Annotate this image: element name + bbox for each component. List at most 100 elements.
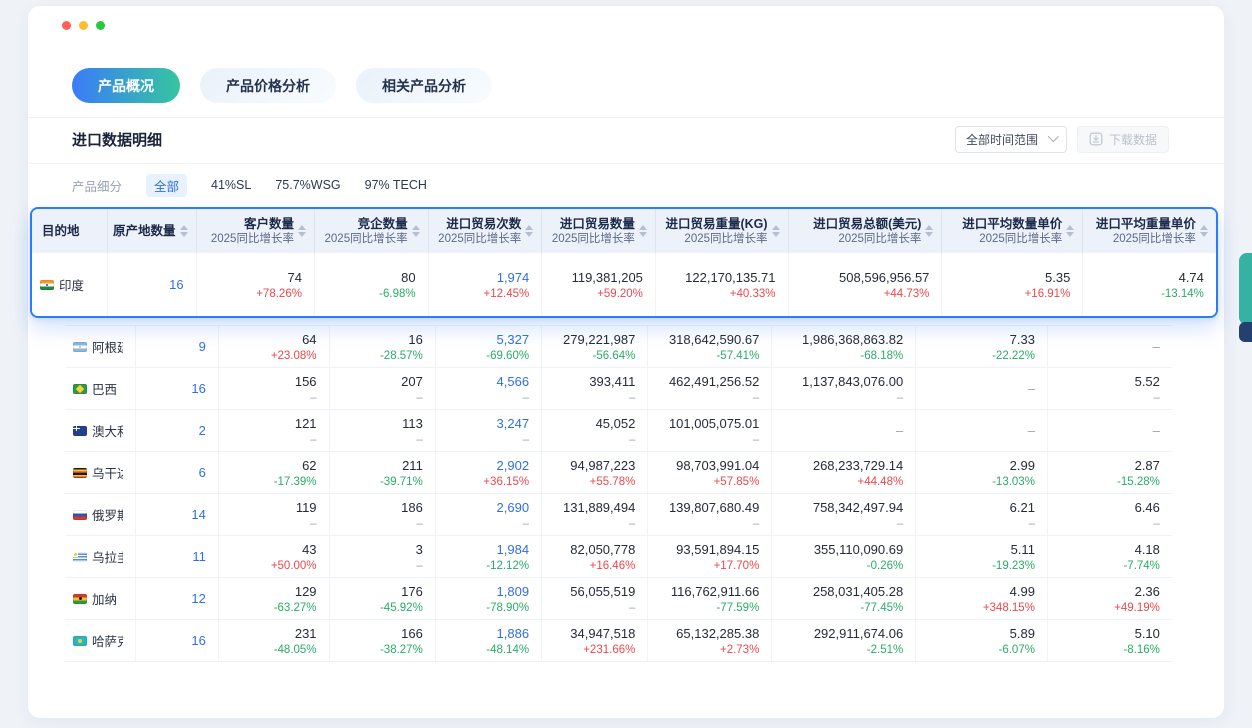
column-header-8: 进口贸易总额(美元)2025同比增长率 [789, 209, 943, 253]
column-title: 进口贸易重量(KG) [665, 217, 767, 232]
metric-value: 93,591,894.15 [676, 540, 759, 559]
sort-icon[interactable] [1200, 225, 1208, 237]
highlighted-table-row[interactable]: 印度1674+78.26%80-6.98%1,974+12.45%119,381… [32, 253, 1216, 316]
filter-option-757wsg[interactable]: 75.7%WSG [275, 178, 340, 192]
metric-cell: 113– [330, 410, 436, 451]
sort-icon[interactable] [772, 225, 780, 237]
sort-icon[interactable] [525, 225, 533, 237]
column-subtitle: 2025同比增长率 [438, 232, 521, 246]
origin-count-link[interactable]: 16 [191, 379, 205, 398]
metric-cell: 176-45.92% [330, 578, 436, 619]
country-cell: 俄罗斯 [65, 494, 136, 535]
metric-cell: 64+23.08% [219, 326, 330, 367]
sort-desc-icon [525, 232, 533, 237]
origin-count-link[interactable]: 12 [191, 589, 205, 608]
table-row[interactable]: 乌干达662-17.39%211-39.71%2,902+36.15%94,98… [65, 452, 1172, 494]
metric-cell: 93,591,894.15+17.70% [648, 536, 772, 577]
growth-value: – [1154, 391, 1160, 406]
growth-value: – [753, 517, 759, 532]
table-row[interactable]: 巴西16156–207–4,566–393,411–462,491,256.52… [65, 368, 1172, 410]
country-cell: 乌干达 [65, 452, 136, 493]
growth-value: +231.66% [583, 643, 635, 658]
download-data-button[interactable]: 下载数据 [1077, 126, 1169, 153]
growth-value: +348.15% [983, 601, 1035, 616]
metric-cell: 139,807,680.49– [648, 494, 772, 535]
metric-cell: 34,947,518+231.66% [542, 620, 648, 661]
metric-value: 6.46 [1135, 498, 1160, 517]
filter-option-41sl[interactable]: 41%SL [211, 178, 251, 192]
trade-count-link[interactable]: 2,902 [497, 456, 530, 475]
trade-count-link[interactable]: 1,886 [497, 624, 530, 643]
table-row[interactable]: 加纳12129-63.27%176-45.92%1,809-78.90%56,0… [65, 578, 1172, 620]
sort-icon[interactable] [1066, 225, 1074, 237]
column-header-text: 客户数量2025同比增长率 [211, 217, 294, 246]
origin-count-link[interactable]: 16 [169, 275, 183, 294]
growth-value: +2.73% [720, 643, 759, 658]
origin-count-link[interactable]: 14 [191, 505, 205, 524]
tab-bar: 产品概况 产品价格分析 相关产品分析 [72, 68, 492, 103]
origin-count-link[interactable]: 11 [192, 547, 206, 566]
column-header-text: 进口贸易次数2025同比增长率 [438, 217, 521, 246]
growth-value: -48.14% [486, 643, 529, 658]
table-row[interactable]: 俄罗斯14119–186–2,690–131,889,494–139,807,6… [65, 494, 1172, 536]
growth-value: +49.19% [1114, 601, 1160, 616]
sort-icon[interactable] [925, 225, 933, 237]
column-title: 进口贸易次数 [438, 217, 521, 232]
origin-count-link[interactable]: 16 [191, 631, 205, 650]
trade-count-link[interactable]: 1,984 [497, 540, 530, 559]
tab-price-analysis[interactable]: 产品价格分析 [200, 68, 336, 103]
trade-count-link[interactable]: 2,690 [497, 498, 530, 517]
origin-count-link[interactable]: 9 [199, 337, 206, 356]
metric-value: 1,137,843,076.00 [802, 372, 903, 391]
growth-value: – [523, 433, 529, 448]
metric-cell: 98,703,991.04+57.85% [648, 452, 772, 493]
time-range-select[interactable]: 全部时间范围 [955, 126, 1067, 153]
metric-value: 4.99 [1010, 582, 1035, 601]
tab-product-overview[interactable]: 产品概况 [72, 68, 180, 103]
table-row[interactable]: 哈萨克斯坦16231-48.05%166-38.27%1,886-48.14%3… [65, 620, 1172, 662]
metric-cell: 2.87-15.28% [1048, 452, 1172, 493]
metric-cell: 2.36+49.19% [1048, 578, 1172, 619]
minimize-window-icon[interactable] [79, 21, 88, 30]
trade-count-link[interactable]: 3,247 [497, 414, 530, 433]
column-subtitle: 2025同比增长率 [552, 232, 635, 246]
metric-value: 3 [416, 540, 423, 559]
country-name: 乌干达 [92, 463, 123, 482]
table-row[interactable]: 澳大利亚2121–113–3,247–45,052–101,005,075.01… [65, 410, 1172, 452]
filter-option-all[interactable]: 全部 [146, 174, 187, 197]
sort-icon[interactable] [180, 225, 188, 237]
table-row[interactable]: 乌拉圭1143+50.00%3–1,984-12.12%82,050,778+1… [65, 536, 1172, 578]
metric-cell: 101,005,075.01– [648, 410, 772, 451]
growth-value: – [629, 391, 635, 406]
column-header-2: 原产地数量 [108, 209, 197, 253]
growth-value: -2.51% [867, 643, 903, 658]
metric-cell: 355,110,090.69-0.26% [772, 536, 916, 577]
growth-value: -45.92% [380, 601, 423, 616]
table-row[interactable]: 阿根廷964+23.08%16-28.57%5,327-69.60%279,22… [65, 326, 1172, 368]
metric-cell: 62-17.39% [219, 452, 330, 493]
metric-cell: 4.99+348.15% [916, 578, 1048, 619]
close-window-icon[interactable] [62, 21, 71, 30]
sort-icon[interactable] [639, 225, 647, 237]
filter-option-97tech[interactable]: 97% TECH [365, 178, 427, 192]
sort-asc-icon [639, 225, 647, 230]
metric-value: 268,233,729.14 [813, 456, 903, 475]
metric-value: 5.52 [1135, 372, 1160, 391]
trade-count-link[interactable]: 1,974 [497, 268, 530, 287]
tab-related-products[interactable]: 相关产品分析 [356, 68, 492, 103]
column-header-text: 竞企数量2025同比增长率 [325, 217, 408, 246]
metric-cell: 393,411– [542, 368, 648, 409]
growth-value: – [310, 391, 316, 406]
trade-count-link[interactable]: 1,809 [497, 582, 530, 601]
trade-count-link[interactable]: 5,327 [497, 330, 530, 349]
origin-count-link[interactable]: 2 [199, 421, 206, 440]
maximize-window-icon[interactable] [96, 21, 105, 30]
metric-value: 2.99 [1010, 456, 1035, 475]
trade-count-link[interactable]: 4,566 [497, 372, 530, 391]
metric-value: 1,986,368,863.82 [802, 330, 903, 349]
au-flag-icon [73, 426, 87, 436]
origin-count-link[interactable]: 6 [199, 463, 206, 482]
uy-flag-icon [73, 552, 87, 562]
sort-icon[interactable] [298, 225, 306, 237]
sort-icon[interactable] [412, 225, 420, 237]
